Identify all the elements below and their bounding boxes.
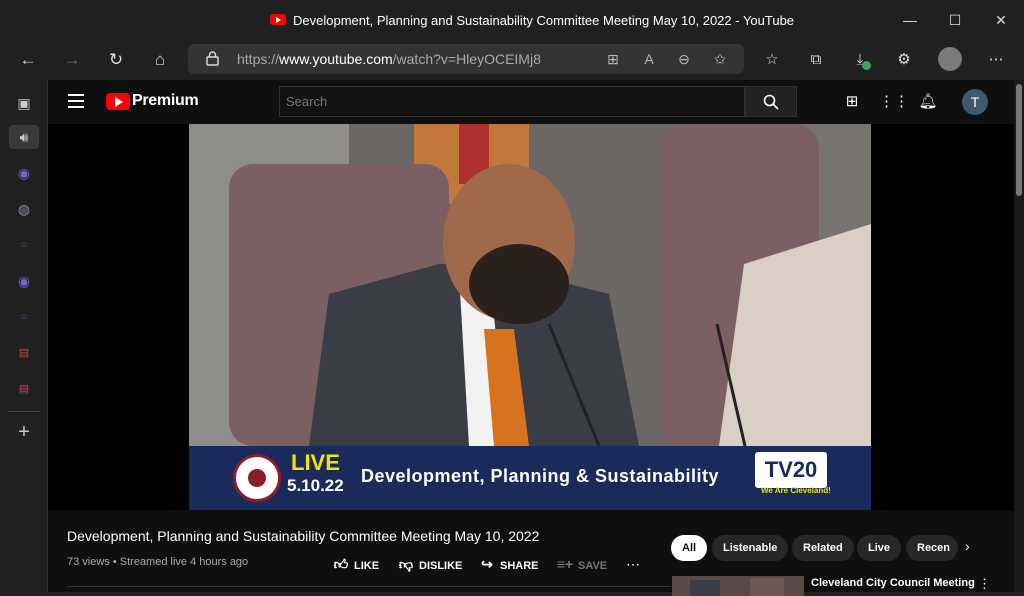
page-scrollbar[interactable]	[1014, 80, 1024, 592]
share-icon: ↪	[481, 556, 493, 572]
apps-grid-icon[interactable]: ⋮⋮	[879, 91, 909, 113]
video-frame[interactable]: LIVE 5.10.22 Development, Planning & Sus…	[189, 124, 871, 510]
tv20-tagline: We Are Cleveland!	[761, 486, 831, 495]
minimize-button[interactable]: —	[898, 8, 922, 32]
search-input[interactable]	[279, 86, 745, 117]
settings-more-icon[interactable]: ⋯	[984, 48, 1008, 72]
recommended-more-icon[interactable]: ⋮	[978, 576, 991, 592]
create-video-icon[interactable]: ⊞	[841, 91, 863, 113]
address-bar[interactable]: https://www.youtube.com/watch?v=HleyOCEI…	[188, 44, 744, 74]
chevron-right-icon[interactable]: ›	[965, 538, 970, 554]
share-button[interactable]: ↪ SHARE	[478, 553, 538, 575]
tab-actions-icon[interactable]: ▣	[12, 91, 36, 115]
window-titlebar: Development, Planning and Sustainability…	[0, 0, 1024, 40]
city-council-seal-icon	[233, 454, 281, 502]
chip-live[interactable]: Live	[857, 535, 902, 561]
recommended-thumbnail[interactable]	[672, 576, 804, 596]
lock-icon	[206, 51, 219, 66]
thumbs-down-icon: 👎︎	[398, 556, 414, 572]
tab-search-icon[interactable]: ○	[12, 233, 36, 257]
refresh-button[interactable]: ↻	[104, 48, 128, 72]
maximize-button[interactable]: ☐	[943, 8, 967, 32]
sidebar-divider	[8, 411, 40, 412]
notifications-bell-icon[interactable]: 🔔︎	[917, 91, 939, 113]
account-avatar[interactable]: T	[962, 89, 988, 115]
add-favorite-icon[interactable]: ✩	[710, 49, 730, 69]
live-lower-third-banner: LIVE 5.10.22 Development, Planning & Sus…	[189, 446, 871, 510]
video-title: Development, Planning and Sustainability…	[67, 528, 540, 544]
tv20-logo: TV20	[755, 452, 827, 488]
thumbnail-image	[672, 576, 804, 596]
tab-audio-icon[interactable]: 🔊︎	[9, 125, 39, 149]
profile-avatar[interactable]	[938, 47, 962, 71]
collections-icon[interactable]: ⧉	[804, 48, 828, 72]
video-meta: 73 views • Streamed live 4 hours ago	[67, 556, 249, 568]
scrollbar-thumb[interactable]	[1016, 84, 1022, 196]
download-complete-badge	[862, 61, 871, 70]
add-to-playlist-icon: ≡+	[556, 556, 574, 572]
recommended-title[interactable]: Cleveland City Council Meeting	[811, 577, 975, 589]
tab-pdf-icon[interactable]: ▤	[12, 377, 36, 401]
banner-date: 5.10.22	[287, 476, 344, 495]
app-available-icon[interactable]: ⊞	[603, 49, 623, 69]
hamburger-menu-icon[interactable]	[68, 94, 84, 108]
youtube-page: Premium ⊞ ⋮⋮ 🔔︎ T	[48, 80, 1024, 596]
tab-search-icon[interactable]: ○	[12, 305, 36, 329]
banner-committee-name: Development, Planning & Sustainability	[361, 466, 720, 486]
tab-favicon-icon[interactable]: ◍	[12, 197, 36, 221]
favorites-icon[interactable]: ☆	[760, 48, 784, 72]
chip-all[interactable]: All	[671, 535, 708, 561]
zoom-icon[interactable]: ⊖	[674, 49, 694, 69]
youtube-brand[interactable]: Premium	[132, 92, 199, 110]
thumbs-up-icon: 👍︎	[333, 556, 349, 572]
window-title: Development, Planning and Sustainability…	[293, 13, 795, 28]
close-button[interactable]: ✕	[989, 8, 1013, 32]
search-icon	[763, 94, 779, 110]
save-button[interactable]: ≡+ SAVE	[556, 553, 607, 575]
chip-related[interactable]: Related	[792, 535, 854, 561]
extensions-icon[interactable]: ⚙	[892, 48, 916, 72]
video-scene-image	[189, 124, 871, 447]
forward-button[interactable]: →	[60, 48, 84, 72]
youtube-logo-icon[interactable]	[106, 93, 130, 110]
vertical-tabs-sidebar: ▣ 🔊︎ ◉ ◍ ○ ◉ ○ ▤ ▤ +	[0, 80, 48, 592]
divider	[67, 586, 671, 587]
back-button[interactable]: ←	[16, 48, 40, 72]
home-button[interactable]: ⌂	[148, 48, 172, 72]
chip-recent[interactable]: Recen	[906, 535, 958, 561]
new-tab-icon[interactable]: +	[12, 420, 36, 444]
video-player[interactable]: LIVE 5.10.22 Development, Planning & Sus…	[48, 124, 1014, 510]
youtube-favicon-icon	[270, 14, 286, 25]
read-aloud-icon[interactable]: A	[639, 49, 659, 69]
tab-pdf-icon[interactable]: ▤	[12, 341, 36, 365]
chip-listenable[interactable]: Listenable	[712, 535, 789, 561]
search-button[interactable]	[745, 86, 797, 117]
tab-favicon-icon[interactable]: ◉	[12, 161, 36, 185]
banner-live-label: LIVE	[291, 450, 340, 475]
tab-favicon-icon[interactable]: ◉	[12, 269, 36, 293]
dislike-button[interactable]: 👎︎ DISLIKE	[397, 553, 463, 575]
more-actions-icon[interactable]: ⋯	[626, 556, 640, 573]
like-button[interactable]: 👍︎ LIKE	[332, 553, 379, 575]
address-url[interactable]: https://www.youtube.com/watch?v=HleyOCEI…	[237, 51, 541, 67]
youtube-header: Premium ⊞ ⋮⋮ 🔔︎ T	[48, 80, 1014, 124]
